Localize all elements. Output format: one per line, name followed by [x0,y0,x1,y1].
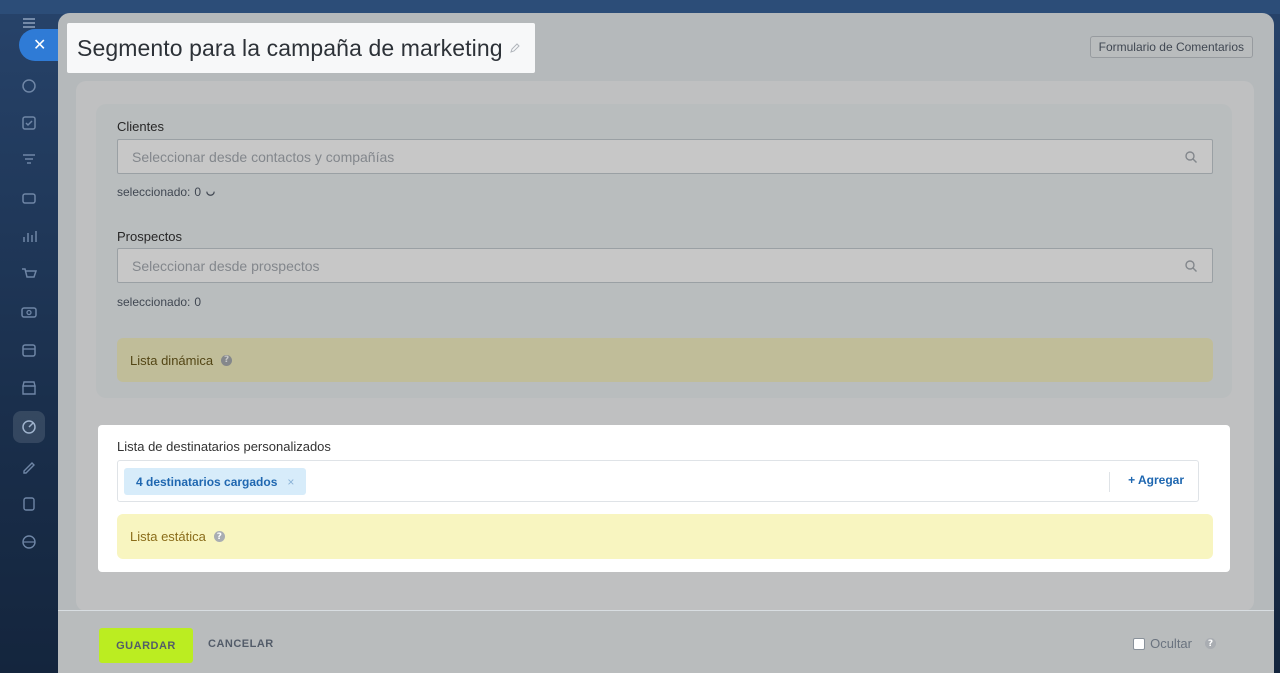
clients-input[interactable]: Seleccionar desde contactos y compañías [117,139,1213,174]
selected-label: seleccionado: [117,185,191,199]
help-icon[interactable]: ? [213,531,225,542]
close-icon: ✕ [33,37,47,54]
cancel-button[interactable]: CANCELAR [208,638,274,650]
docs-icon[interactable] [19,494,39,514]
recipients-card: Clientes Seleccionar desde contactos y c… [96,104,1232,398]
help-icon[interactable]: ? [1205,638,1216,649]
search-icon [1185,259,1197,272]
save-button[interactable]: GUARDAR [99,628,193,663]
tasks-icon[interactable] [19,113,39,133]
add-recipients-button[interactable]: + Agregar [1128,473,1184,487]
divider [1109,472,1110,492]
static-list-label: Lista estática [130,529,206,544]
dynamic-list-label: Lista dinámica [130,352,214,368]
search-icon [1185,150,1197,163]
tag-remove-icon[interactable]: × [287,475,294,489]
selected-value: 0 [194,185,202,199]
hide-checkbox[interactable] [1133,637,1146,650]
hide-toggle[interactable]: Ocultar ? [1133,636,1216,651]
leads-label: Prospectos [117,229,183,244]
store-icon[interactable] [19,378,39,398]
globe-icon[interactable] [19,532,39,552]
leads-placeholder: Seleccionar desde prospectos [132,257,320,274]
clients-label: Clientes [117,119,164,134]
selected-label: seleccionado: [117,295,191,309]
calendar-icon[interactable] [19,340,39,360]
page-title: Segmento para la campaña de marketing [77,34,503,61]
recipients-tag[interactable]: 4 destinatarios cargados × [124,468,307,495]
sign-icon[interactable] [19,456,39,476]
leads-input[interactable]: Seleccionar desde prospectos [117,248,1213,283]
tag-label: 4 destinatarios cargados [136,474,278,489]
clients-placeholder: Seleccionar desde contactos y compañías [132,148,395,165]
left-rail [0,0,58,673]
marketing-icon[interactable] [19,417,39,437]
refresh-icon[interactable] [205,187,216,198]
panel-footer: GUARDAR CANCELAR Ocultar ? [58,610,1274,673]
money-icon[interactable] [19,302,39,322]
close-panel-button[interactable]: ✕ [19,29,63,61]
leads-selected-count: seleccionado: 0 [117,295,201,309]
static-list-bar: Lista estática ? [117,514,1213,559]
pencil-icon[interactable] [509,42,521,54]
background-topbar [0,0,1280,14]
cart-icon[interactable] [19,264,39,284]
clients-selected-count: seleccionado: 0 [117,185,216,199]
analytics-icon[interactable] [19,226,39,246]
chat-icon[interactable] [19,76,39,96]
filter-icon[interactable] [19,150,39,170]
help-icon[interactable]: ? [221,354,233,366]
inbox-icon[interactable] [19,188,39,208]
dynamic-list-bar: Lista dinámica ? [117,338,1213,382]
feedback-form-button[interactable]: Formulario de Comentarios [1089,36,1253,58]
custom-recipients-card: Lista de destinatarios personalizados 4 … [98,425,1230,572]
custom-recipients-label: Lista de destinatarios personalizados [117,439,331,454]
segment-panel: Formulario de Comentarios Clientes Selec… [58,13,1274,673]
recipients-tag-field[interactable]: 4 destinatarios cargados × + Agregar [117,460,1199,502]
selected-value: 0 [194,295,202,309]
page-title-box: Segmento para la campaña de marketing [67,23,535,73]
hide-label: Ocultar [1150,636,1192,651]
